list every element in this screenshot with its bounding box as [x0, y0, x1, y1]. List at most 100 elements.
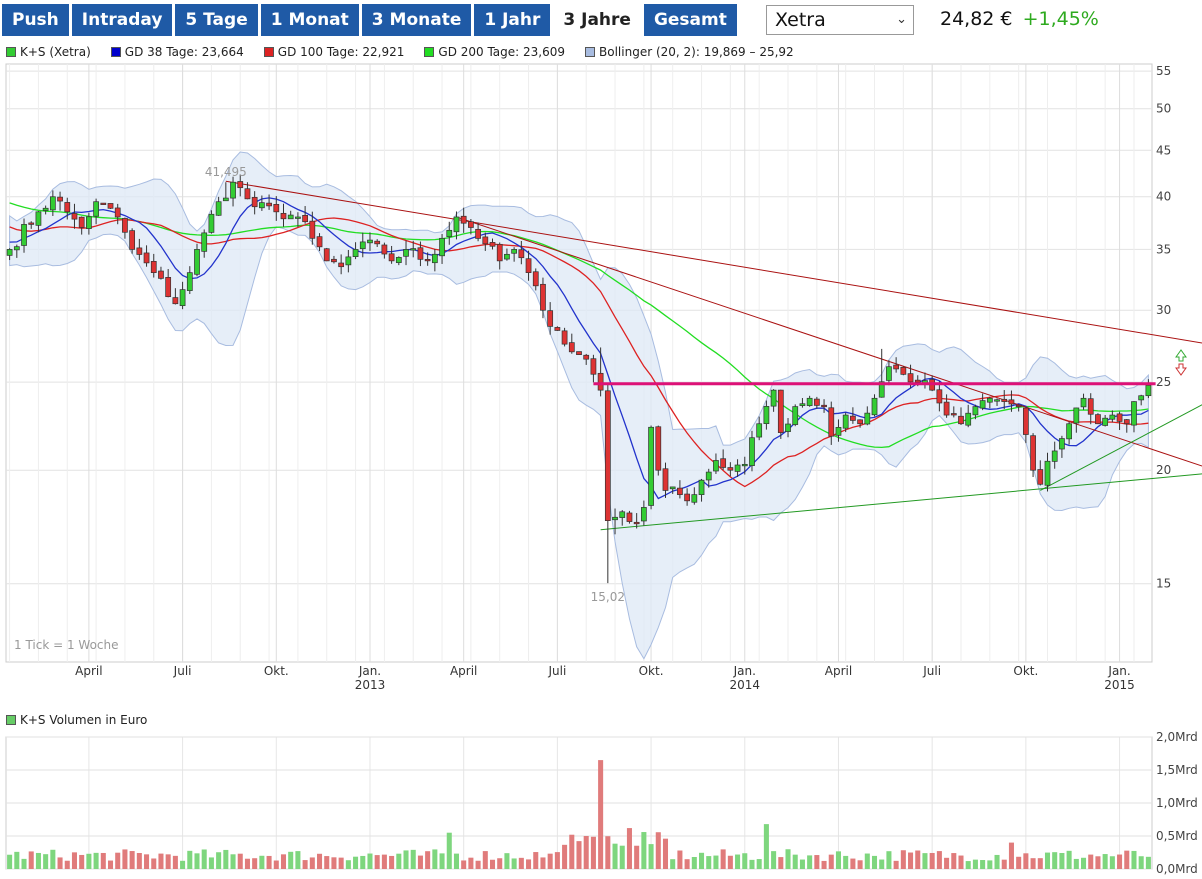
volume-bar [288, 851, 294, 869]
volume-bar [360, 855, 366, 869]
volume-bar [598, 760, 604, 869]
volume-bar [605, 836, 611, 869]
candle [626, 512, 633, 522]
candle [640, 507, 647, 522]
volume-bar [64, 860, 70, 869]
volume-bar [612, 843, 618, 869]
candle [785, 423, 791, 432]
volume-bar [1073, 858, 1079, 869]
x-year-label: 2014 [730, 678, 761, 692]
candle [648, 426, 654, 506]
volume-bar [136, 853, 142, 869]
volume-bar [172, 855, 178, 869]
candle [460, 215, 467, 224]
volume-bar [763, 824, 769, 869]
volume-bar [634, 845, 640, 869]
candle [143, 252, 150, 264]
volume-bar [86, 853, 92, 869]
candle [893, 364, 900, 370]
volume-bar [727, 855, 733, 869]
volume-bar [107, 860, 114, 869]
volume-bar [244, 858, 250, 869]
volume-bar [886, 851, 892, 869]
candle [114, 207, 121, 218]
volume-bar [1044, 852, 1051, 869]
candle [468, 221, 474, 228]
volume-bar [266, 855, 272, 869]
x-tick-label: Juli [547, 664, 566, 678]
candle [677, 487, 683, 495]
x-tick-label: Jan. [358, 664, 381, 678]
candle [821, 404, 827, 408]
volume-bar [843, 855, 849, 869]
candle [222, 197, 229, 202]
candle [475, 228, 481, 239]
candle [316, 236, 323, 248]
volume-bar [821, 860, 827, 869]
volume-bar [259, 855, 265, 869]
candle [13, 246, 20, 251]
candle [864, 412, 871, 425]
candle [900, 366, 907, 375]
candle [547, 310, 554, 327]
candle [950, 413, 957, 416]
volume-bar [208, 857, 214, 869]
candle [331, 258, 337, 263]
volume-bar [302, 860, 308, 869]
volume-bar [230, 854, 236, 869]
candle [453, 216, 460, 233]
volume-bar [1052, 852, 1058, 869]
candle [21, 224, 27, 246]
volume-bar [1023, 853, 1029, 869]
volume-bar [21, 858, 27, 869]
candle [78, 216, 85, 228]
candle [720, 458, 727, 468]
volume-bar [951, 853, 957, 869]
candle [1080, 397, 1087, 408]
volume-bar [309, 857, 315, 869]
volume-bar [720, 849, 726, 869]
volume-bar [504, 853, 510, 869]
volume-bar [814, 855, 820, 869]
x-year-label: 2015 [1104, 678, 1135, 692]
candle [777, 389, 784, 433]
candle [6, 249, 13, 256]
y-tick-label: 55 [1156, 64, 1171, 78]
volume-bar [987, 860, 993, 869]
x-tick-label: Juli [173, 664, 192, 678]
candle [489, 242, 496, 247]
candle [309, 220, 316, 239]
volume-bar [980, 860, 986, 869]
volume-bar [489, 859, 496, 869]
candle [583, 354, 590, 360]
volume-bar [655, 832, 661, 869]
candle [367, 239, 373, 244]
volume-bar [475, 860, 481, 869]
volume-bar [922, 853, 928, 869]
volume-bar [835, 851, 841, 869]
volume-bar [583, 836, 589, 869]
volume-tick-label: 0,5Mrd [1156, 829, 1198, 843]
volume-bar [1124, 850, 1130, 869]
candle [417, 247, 424, 260]
arrow-up-icon [1175, 349, 1187, 362]
candle [914, 379, 921, 383]
candle [230, 181, 236, 199]
volume-bar [1030, 858, 1036, 869]
volume-bar [850, 858, 856, 869]
volume-bar [353, 856, 359, 869]
volume-bar [497, 858, 503, 869]
volume-bar [562, 844, 568, 869]
candle [122, 218, 128, 233]
volume-bar [187, 850, 193, 869]
candle [576, 351, 582, 355]
y-tick-label: 45 [1156, 143, 1171, 157]
y-tick-label: 30 [1156, 303, 1171, 317]
y-tick-label: 25 [1156, 375, 1171, 389]
volume-bar [908, 852, 914, 869]
volume-bar [151, 858, 157, 869]
volume-bar [792, 854, 798, 869]
x-tick-label: Okt. [264, 664, 289, 678]
volume-bar [662, 838, 669, 869]
candle [172, 297, 179, 305]
